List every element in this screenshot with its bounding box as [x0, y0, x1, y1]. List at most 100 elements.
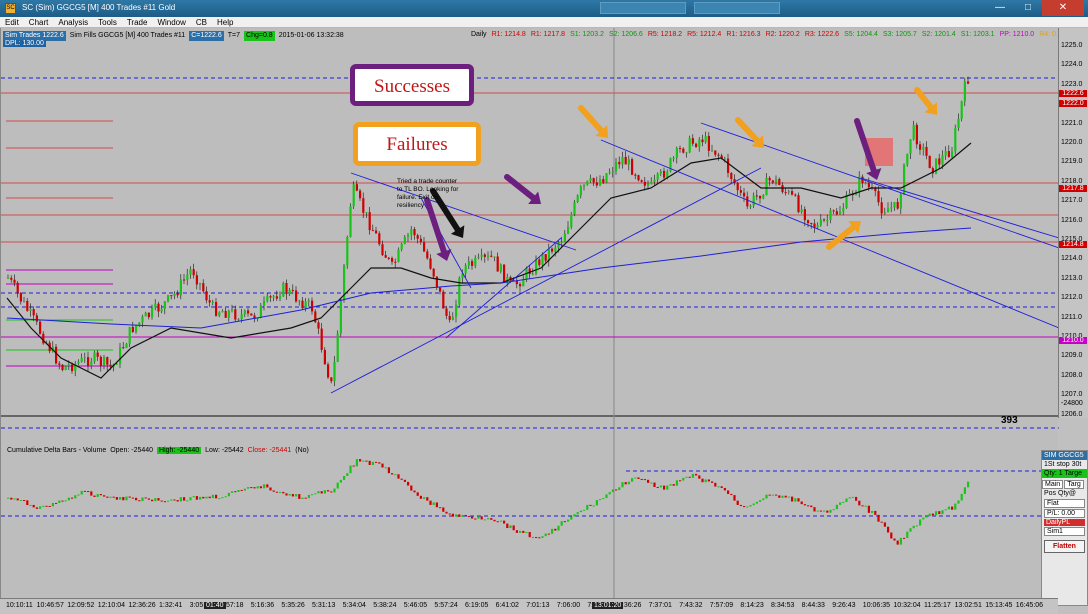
daily-label: Daily — [471, 31, 487, 38]
candle-body — [138, 322, 141, 325]
delta-candle — [867, 505, 870, 513]
candle-body — [954, 128, 957, 152]
title-bar-tab[interactable] — [600, 2, 686, 14]
title-bar-tab[interactable] — [694, 2, 780, 14]
candle-body — [803, 209, 806, 221]
menu-help[interactable]: Help — [212, 17, 238, 27]
flatten-button[interactable]: Flatten — [1044, 540, 1085, 553]
candle-body — [653, 179, 656, 182]
delta-candle — [435, 502, 438, 508]
delta-candle — [570, 516, 573, 520]
candle-body — [215, 301, 218, 316]
menu-edit[interactable]: Edit — [0, 17, 24, 27]
price-chart-canvas[interactable] — [1, 28, 1059, 606]
candle-body — [355, 184, 358, 191]
tab-targets[interactable]: Targ — [1064, 480, 1084, 489]
delta-close: Close: -25441 — [247, 447, 292, 454]
candle-body — [227, 310, 230, 318]
candle-body — [595, 182, 598, 186]
pivot-levels-row: Daily R1: 1214.8 R1: 1217.8 S1: 1203.2 S2: … — [471, 31, 1088, 38]
delta-candle — [915, 525, 918, 527]
menu-cb[interactable]: CB — [191, 17, 212, 27]
minimize-button[interactable]: — — [986, 0, 1014, 16]
menu-chart[interactable]: Chart — [24, 17, 54, 27]
close-button[interactable]: ✕ — [1042, 0, 1084, 16]
candle-body — [218, 312, 221, 316]
candle-body — [23, 300, 26, 302]
time-axis[interactable]: 10:10:11 10:46:57 12:09:52 12:10:04 12:36:26… — [0, 598, 1058, 614]
delta-candle — [275, 491, 278, 493]
candle-body — [778, 179, 781, 186]
candle-body — [96, 352, 99, 357]
candle-body — [186, 274, 189, 280]
delta-candle — [490, 518, 493, 520]
chart-area[interactable]: Sim Trades 1222.6 Sim Fills GGCG5 [M] 40… — [0, 28, 1088, 606]
delta-candle — [355, 459, 358, 467]
pivot-level-label: R1: 1217.8 — [530, 31, 566, 38]
trade-qty[interactable]: Qty: 1 Targe — [1042, 469, 1087, 478]
tab-main[interactable]: Main — [1042, 480, 1064, 489]
delta-candle — [192, 496, 195, 498]
candle-body — [115, 363, 118, 365]
candle-body — [938, 158, 941, 165]
candle-body — [429, 258, 432, 269]
trade-strategy[interactable]: 1St stop 30t — [1042, 460, 1087, 469]
time-tick-label: 5:16:36 — [250, 602, 275, 609]
delta-candle — [531, 536, 534, 538]
candle-body — [371, 230, 374, 232]
delta-candle — [778, 495, 781, 498]
candle-body — [154, 303, 157, 308]
delta-candle — [496, 521, 499, 523]
delta-candle — [845, 498, 848, 502]
delta-candle — [714, 482, 717, 487]
failure-arrow — [735, 117, 764, 148]
delta-low: Low: -25442 — [205, 447, 244, 454]
menu-trade[interactable]: Trade — [122, 17, 153, 27]
candle-body — [941, 155, 944, 165]
delta-candle — [330, 491, 333, 493]
delta-candle — [483, 519, 486, 521]
menu-window[interactable]: Window — [152, 17, 190, 27]
candle-body — [499, 264, 502, 272]
delta-candle — [512, 525, 515, 531]
delta-candle — [423, 497, 426, 499]
candle-body — [426, 251, 429, 259]
delta-candle — [835, 504, 838, 510]
candle-body — [800, 209, 803, 213]
delta-candle — [333, 488, 336, 493]
delta-candle — [32, 504, 35, 508]
menu-tools[interactable]: Tools — [93, 17, 122, 27]
candle-body — [797, 195, 800, 213]
delta-candle — [579, 510, 582, 513]
delta-candle — [605, 494, 608, 499]
account-select[interactable]: Sim1 — [1044, 527, 1085, 536]
candle-body — [279, 296, 282, 299]
candle-body — [58, 363, 61, 365]
maximize-button[interactable]: □ — [1014, 0, 1042, 16]
time-tick-label: 5:38:24 — [373, 602, 397, 609]
delta-candle — [912, 525, 915, 529]
price-axis[interactable]: 1225.0 1224.0 1223.0 1222.0 1221.0 1220.0 1219… — [1058, 28, 1088, 418]
delta-candle — [186, 500, 189, 502]
candle-body — [407, 234, 410, 237]
delta-candle — [663, 485, 666, 490]
delta-candle — [701, 478, 704, 483]
delta-candle — [295, 494, 298, 497]
candle-body — [439, 287, 442, 292]
delta-candle — [400, 478, 403, 480]
delta-candle — [467, 516, 470, 518]
candle-body — [819, 219, 822, 226]
candle-body — [557, 242, 560, 248]
candle-body — [832, 210, 835, 212]
price-tick-label: 1208.0 — [1061, 371, 1083, 379]
time-tick-label: 5:34:04 — [342, 602, 366, 609]
candle-body — [560, 241, 563, 243]
delta-candle — [346, 473, 349, 476]
candle-body — [487, 255, 490, 257]
delta-candle — [131, 497, 134, 499]
failure-arrow — [578, 105, 608, 138]
candle-body — [13, 279, 16, 283]
trade-window: SIM GGCG5 1St stop 30t Qty: 1 Targe Main… — [1041, 450, 1088, 606]
delta-candle — [717, 486, 720, 488]
menu-analysis[interactable]: Analysis — [53, 17, 93, 27]
